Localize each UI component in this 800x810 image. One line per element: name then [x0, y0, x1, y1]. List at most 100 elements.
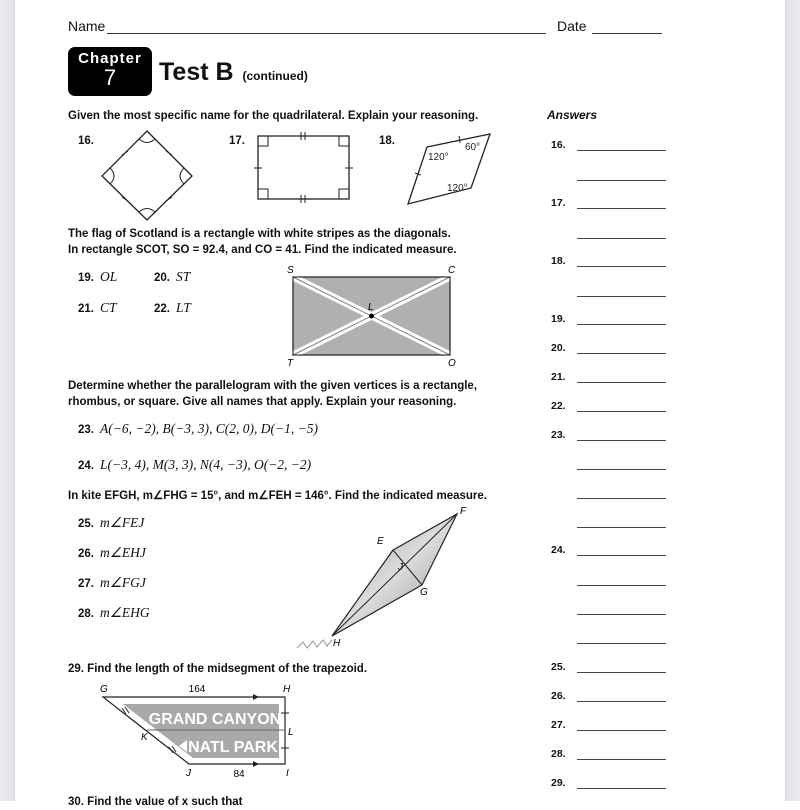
answer-blank[interactable]	[577, 614, 666, 615]
answer-blank[interactable]	[577, 672, 666, 673]
answer-blank[interactable]	[577, 469, 666, 470]
answer-blank[interactable]	[577, 296, 666, 297]
bottom-length-label: 84	[233, 769, 245, 780]
answer-row	[551, 487, 666, 501]
answer-number: 16.	[551, 139, 566, 151]
name-label: Name	[68, 18, 106, 34]
answer-row	[551, 632, 666, 646]
page-edge-right	[785, 0, 800, 801]
answer-blank[interactable]	[577, 701, 666, 702]
answer-blank[interactable]	[577, 498, 666, 499]
q19: 19. OL	[78, 269, 118, 284]
answer-row: 24.	[551, 544, 666, 558]
q24: 24. L(−3, 4), M(3, 3), N(4, −3), O(−2, −2…	[78, 457, 312, 472]
answer-number: 21.	[551, 371, 566, 383]
answer-number: 29.	[551, 777, 566, 789]
section3-instruction-line2: rhombus, or square. Give all names that …	[68, 396, 457, 408]
answer-number: 20.	[551, 342, 566, 354]
q18-parallelogram-figure: 120° 60° 120°	[407, 133, 491, 205]
answer-row	[551, 285, 666, 299]
label-T: T	[287, 358, 294, 369]
name-field[interactable]	[107, 33, 546, 34]
answer-blank[interactable]	[577, 382, 666, 383]
label-G: G	[420, 587, 428, 598]
q18-angle-2: 60°	[465, 142, 480, 153]
page-title: Test B (continued)	[159, 58, 308, 87]
section2-instruction-line2: In rectangle SCOT, SO = 92.4, and CO = 4…	[68, 244, 457, 256]
answer-row: 18.	[551, 255, 666, 269]
label-H: H	[333, 638, 341, 649]
label-E: E	[377, 536, 384, 547]
answer-row: 25.	[551, 661, 666, 675]
label-F: F	[460, 506, 467, 517]
answer-row: 21.	[551, 371, 666, 385]
answer-blank[interactable]	[577, 788, 666, 789]
section3-instruction: Determine whether the parallelogram with…	[68, 378, 477, 410]
date-field[interactable]	[592, 33, 662, 34]
label-L: L	[368, 302, 374, 313]
answer-row: 29.	[551, 777, 666, 791]
answer-blank[interactable]	[577, 527, 666, 528]
q18-angle-1: 120°	[428, 152, 449, 163]
q16-number: 16.	[78, 135, 94, 147]
section6-instruction-cutoff: 30. Find the value of x such that	[68, 796, 243, 808]
section5-instruction: 29. Find the length of the midsegment of…	[68, 663, 368, 675]
date-label: Date	[557, 18, 587, 34]
sign-line2: NATL PARK	[188, 739, 278, 756]
answer-blank[interactable]	[577, 353, 666, 354]
q20: 20. ST	[154, 269, 191, 284]
answer-row	[551, 227, 666, 241]
answer-blank[interactable]	[577, 585, 666, 586]
scotland-flag-figure: S C L T O	[287, 265, 456, 369]
test-title: Test B	[159, 58, 234, 86]
label-J: J	[397, 562, 404, 573]
answer-blank[interactable]	[577, 440, 666, 441]
label-H: H	[283, 684, 291, 695]
answer-number: 22.	[551, 400, 566, 412]
answer-number: 28.	[551, 748, 566, 760]
section2-instruction-line1: The flag of Scotland is a rectangle with…	[68, 228, 451, 240]
answer-number: 17.	[551, 197, 566, 209]
answer-row: 26.	[551, 690, 666, 704]
label-K: K	[141, 732, 149, 743]
page-edge-left	[0, 0, 15, 801]
answer-row: 17.	[551, 197, 666, 211]
answer-blank[interactable]	[577, 643, 666, 644]
answer-row: 23.	[551, 429, 666, 443]
answer-blank[interactable]	[577, 730, 666, 731]
answer-number: 27.	[551, 719, 566, 731]
answer-blank[interactable]	[577, 180, 666, 181]
test-title-suffix: (continued)	[242, 69, 308, 83]
label-S: S	[287, 265, 294, 276]
answer-blank[interactable]	[577, 759, 666, 760]
q27: 27. m∠FGJ	[78, 575, 146, 590]
q17-rectangle-figure	[254, 132, 353, 203]
q21: 21. CT	[78, 300, 117, 315]
label-O: O	[448, 358, 456, 369]
kite-figure: E F J G H	[296, 506, 467, 649]
answer-blank[interactable]	[577, 555, 666, 556]
sign-line1: GRAND CANYON	[149, 711, 281, 728]
answer-row	[551, 516, 666, 530]
answer-blank[interactable]	[577, 208, 666, 209]
trapezoid-sign-figure: GRAND CANYON NATL PARK G 164 H K L J 84 …	[100, 684, 294, 780]
answer-row: 16.	[551, 139, 666, 153]
answer-blank[interactable]	[577, 150, 666, 151]
q18-angle-3: 120°	[447, 183, 468, 194]
label-G: G	[100, 684, 108, 695]
answer-blank[interactable]	[577, 238, 666, 239]
answer-row	[551, 458, 666, 472]
answers-header: Answers	[547, 108, 598, 122]
answer-number: 25.	[551, 661, 566, 673]
label-L: L	[288, 727, 294, 738]
section2-instruction: The flag of Scotland is a rectangle with…	[68, 226, 457, 258]
top-length-label: 164	[189, 684, 206, 695]
answer-blank[interactable]	[577, 411, 666, 412]
answer-number: 23.	[551, 429, 566, 441]
answer-blank[interactable]	[577, 266, 666, 267]
answer-row	[551, 169, 666, 183]
section3-instruction-line1: Determine whether the parallelogram with…	[68, 380, 478, 392]
answer-blank[interactable]	[577, 324, 666, 325]
q17-number: 17.	[229, 135, 245, 147]
answer-row: 22.	[551, 400, 666, 414]
